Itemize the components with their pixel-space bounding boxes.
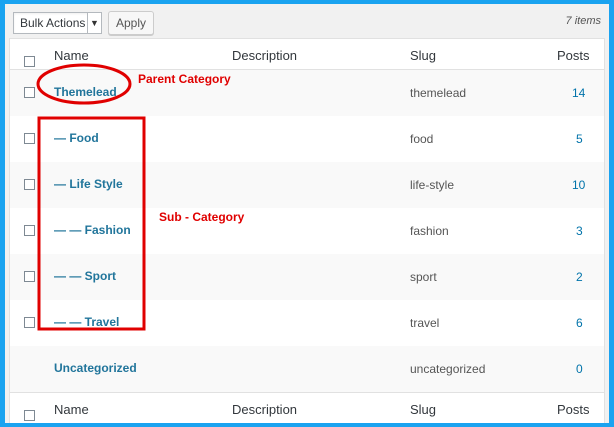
- column-footer-description[interactable]: Description: [232, 402, 297, 417]
- category-posts-count[interactable]: 5: [576, 132, 583, 146]
- table-header: Name Description Slug Posts: [10, 39, 604, 70]
- categories-table: Name Description Slug Posts Themelead th…: [9, 38, 605, 423]
- category-slug: themelead: [410, 86, 467, 100]
- category-posts-count[interactable]: 10: [572, 178, 585, 192]
- apply-button[interactable]: Apply: [108, 11, 154, 35]
- chevron-down-icon: ▼: [87, 13, 101, 33]
- category-slug: life-style: [410, 178, 455, 192]
- row-checkbox[interactable]: [24, 225, 35, 236]
- row-checkbox[interactable]: [24, 133, 35, 144]
- category-posts-count[interactable]: 3: [576, 224, 583, 238]
- category-posts-count[interactable]: 14: [572, 86, 585, 100]
- table-row: — — Sport sport 2: [10, 254, 604, 300]
- category-name-link[interactable]: — — Travel: [54, 315, 119, 329]
- category-name-link[interactable]: Uncategorized: [54, 361, 137, 375]
- category-posts-count[interactable]: 6: [576, 316, 583, 330]
- parent-category-annotation: Parent Category: [138, 72, 231, 86]
- category-name-link[interactable]: — — Fashion: [54, 223, 131, 237]
- categories-panel: Bulk Actions ▼ Apply 7 items Name Descri…: [5, 4, 609, 423]
- column-header-name[interactable]: Name: [54, 48, 89, 63]
- column-footer-slug[interactable]: Slug: [410, 402, 436, 417]
- category-slug: food: [410, 132, 434, 146]
- table-row: — — Fashion fashion 3: [10, 208, 604, 254]
- table-footer: Name Description Slug Posts: [10, 392, 604, 423]
- table-toolbar: Bulk Actions ▼ Apply 7 items: [5, 4, 609, 38]
- category-name-link[interactable]: — — Sport: [54, 269, 116, 283]
- category-name-link[interactable]: Themelead: [54, 85, 117, 99]
- row-checkbox[interactable]: [24, 179, 35, 190]
- row-checkbox[interactable]: [24, 87, 35, 98]
- column-header-description[interactable]: Description: [232, 48, 297, 63]
- items-count: 7 items: [565, 15, 601, 27]
- category-slug: sport: [410, 270, 437, 284]
- table-row: — — Travel travel 6: [10, 300, 604, 346]
- bulk-actions-select[interactable]: Bulk Actions ▼: [13, 12, 102, 34]
- category-posts-count[interactable]: 0: [576, 362, 583, 376]
- select-all-checkbox-footer[interactable]: [24, 410, 35, 421]
- sub-category-annotation: Sub - Category: [159, 210, 245, 224]
- table-row: — Food food 5: [10, 116, 604, 162]
- bulk-actions-label: Bulk Actions: [20, 16, 86, 30]
- row-checkbox[interactable]: [24, 271, 35, 282]
- column-header-slug[interactable]: Slug: [410, 48, 436, 63]
- category-slug: travel: [410, 316, 440, 330]
- table-row: — Life Style life-style 10: [10, 162, 604, 208]
- column-header-posts[interactable]: Posts: [557, 48, 590, 63]
- select-all-checkbox[interactable]: [24, 56, 35, 67]
- category-name-link[interactable]: — Life Style: [54, 177, 123, 191]
- column-footer-posts[interactable]: Posts: [557, 402, 590, 417]
- category-slug: uncategorized: [410, 362, 486, 376]
- table-row: Themelead themelead 14: [10, 70, 604, 116]
- column-footer-name[interactable]: Name: [54, 402, 89, 417]
- category-name-link[interactable]: — Food: [54, 131, 99, 145]
- row-checkbox[interactable]: [24, 317, 35, 328]
- category-posts-count[interactable]: 2: [576, 270, 583, 284]
- table-row: Uncategorized uncategorized 0: [10, 346, 604, 392]
- category-slug: fashion: [410, 224, 449, 238]
